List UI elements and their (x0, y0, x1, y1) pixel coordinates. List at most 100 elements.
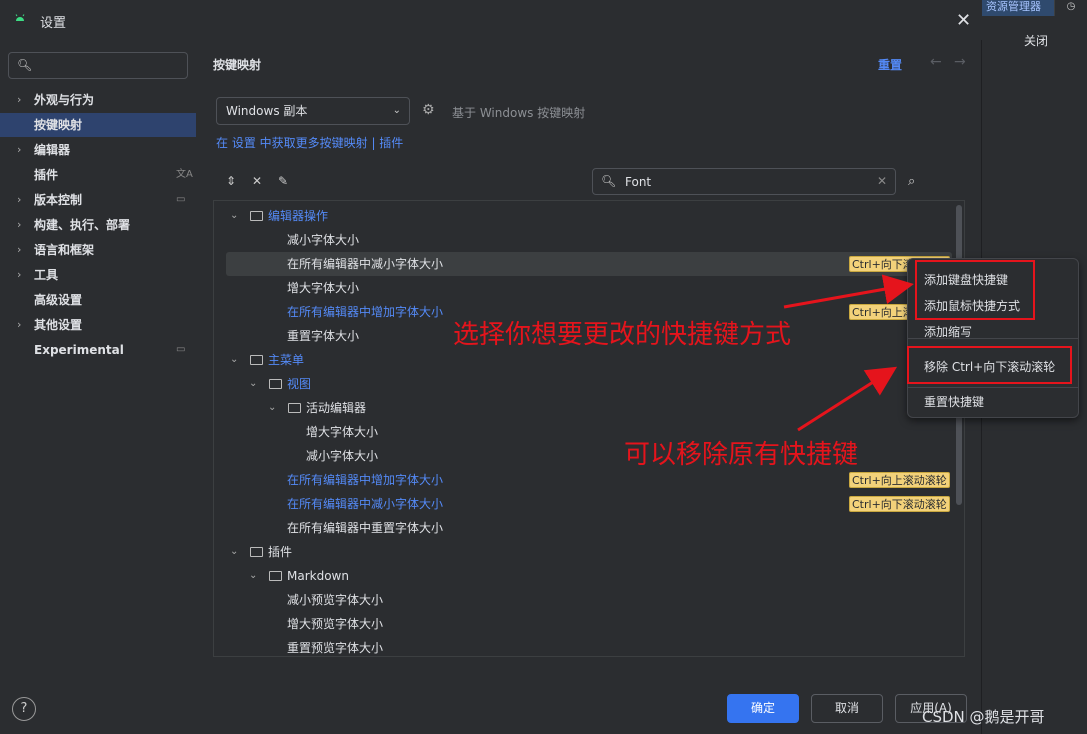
tree-label: 减小预览字体大小 (287, 593, 384, 607)
sidebar-item[interactable]: › 其他设置 (0, 313, 196, 337)
chevron-right-icon[interactable]: › (17, 263, 21, 287)
tree-folder-row[interactable]: ⌄ 编辑器操作 (214, 204, 954, 228)
chevron-down-icon[interactable]: ⌄ (230, 348, 238, 372)
tree-action-row[interactable]: 重置预览字体大小 (214, 636, 954, 656)
settings-sidebar: 🔍︎ › 外观与行为 按键映射 › 编辑器 插件 文A › 版本控制 ▭ › 构建、执行、部署 › 语言和… (0, 40, 196, 680)
tree-action-row[interactable]: 减小字体大小 (214, 228, 954, 252)
tree-folder-row[interactable]: ⌄ Markdown (214, 564, 954, 588)
sidebar-item-label: 高级设置 (34, 293, 83, 307)
help-icon[interactable]: ? (12, 697, 36, 721)
keymap-search-input[interactable]: 🔍︎ Font ✕ (592, 168, 896, 195)
tree-folder-row[interactable]: ⌄ 活动编辑器 (214, 396, 954, 420)
tree-label: 减小字体大小 (287, 233, 360, 247)
folder-icon (250, 547, 263, 557)
window-icon: ▭ (176, 194, 186, 205)
tree-action-row[interactable]: 在所有编辑器中减小字体大小 Ctrl+向下滚动滚轮 (226, 252, 952, 276)
back-arrow-icon[interactable]: ← (930, 54, 942, 70)
sidebar-item-label: 按键映射 (34, 118, 83, 132)
sidebar-item-label: 编辑器 (34, 143, 71, 157)
sidebar-item[interactable]: › 编辑器 (0, 138, 196, 162)
chevron-down-icon[interactable]: ⌄ (230, 540, 238, 564)
keymap-select-value: Windows 副本 (226, 104, 308, 118)
dialog-title: 设置 (40, 16, 67, 31)
sidebar-item[interactable]: › 构建、执行、部署 (0, 213, 196, 237)
page-title: 按键映射 (213, 58, 262, 72)
tree-action-row[interactable]: 减小预览字体大小 (214, 588, 954, 612)
tree-action-row[interactable]: 增大字体大小 (214, 276, 954, 300)
menu-item-reset-shortcuts[interactable]: 重置快捷键 (924, 393, 984, 410)
chevron-right-icon[interactable]: › (17, 88, 21, 112)
watermark: CSDN @鹅是开哥 (922, 708, 1045, 726)
tree-folder-row[interactable]: ⌄ 视图 (214, 372, 954, 396)
chevron-down-icon[interactable]: ⌄ (249, 372, 257, 396)
tree-action-row[interactable]: 在所有编辑器中重置字体大小 (214, 516, 954, 540)
close-icon[interactable]: ✕ (956, 10, 971, 31)
cancel-button[interactable]: 取消 (811, 694, 883, 723)
folder-icon (288, 403, 301, 413)
android-icon (15, 14, 25, 21)
keymap-panel: 按键映射 重置 ← → Windows 副本 ⌄ ⚙ 基于 Windows 按键… (196, 40, 982, 680)
more-keymaps-link[interactable]: 在 设置 中获取更多按键映射 | 插件 (216, 134, 403, 151)
edit-icon[interactable]: ✎ (278, 174, 288, 188)
search-icon: 🔍︎ (601, 174, 617, 188)
menu-divider (908, 387, 1078, 388)
tree-action-row[interactable]: 在所有编辑器中增加字体大小 Ctrl+向上滚动滚轮 (214, 468, 954, 492)
keymap-select[interactable]: Windows 副本 ⌄ (216, 97, 410, 125)
sidebar-item[interactable]: 高级设置 (0, 288, 196, 312)
sidebar-item-label: 语言和框架 (34, 243, 95, 257)
tree-label: 视图 (287, 377, 312, 391)
window-icon: ▭ (176, 344, 186, 355)
sidebar-item[interactable]: Experimental ▭ (0, 338, 196, 362)
search-icon: 🔍︎ (17, 58, 33, 72)
sidebar-item[interactable]: 按键映射 (0, 113, 196, 137)
folder-icon (269, 379, 282, 389)
sidebar-item[interactable]: › 外观与行为 (0, 88, 196, 112)
tree-folder-row[interactable]: ⌄ 主菜单 (214, 348, 954, 372)
folder-icon (250, 355, 263, 365)
tree-action-row[interactable]: 在所有编辑器中减小字体大小 Ctrl+向下滚动滚轮 (214, 492, 954, 516)
expand-all-icon[interactable]: ⇕ (226, 174, 236, 188)
tree-label: 增大字体大小 (306, 425, 379, 439)
chevron-right-icon[interactable]: › (17, 138, 21, 162)
chevron-down-icon: ⌄ (392, 105, 401, 116)
annotation-remove: 可以移除原有快捷键 (624, 440, 859, 470)
chevron-down-icon[interactable]: ⌄ (268, 396, 276, 420)
tree-label: 插件 (268, 545, 293, 559)
chevron-right-icon[interactable]: › (17, 188, 21, 212)
sidebar-item[interactable]: › 版本控制 ▭ (0, 188, 196, 212)
background-close-label[interactable]: 关闭 (1024, 32, 1048, 49)
chevron-down-icon[interactable]: ⌄ (249, 564, 257, 588)
find-by-shortcut-icon[interactable]: ⌕ (908, 174, 915, 189)
annotation-choose: 选择你想要更改的快捷键方式 (453, 320, 792, 350)
sidebar-search-input[interactable]: 🔍︎ (8, 52, 188, 79)
chevron-right-icon[interactable]: › (17, 238, 21, 262)
tree-label: 在所有编辑器中重置字体大小 (287, 521, 444, 535)
tree-label: 在所有编辑器中增加字体大小 (287, 305, 444, 319)
ok-button[interactable]: 确定 (727, 694, 799, 723)
gear-icon[interactable]: ⚙ (422, 102, 435, 118)
tree-label: 在所有编辑器中减小字体大小 (287, 257, 444, 271)
folder-icon (269, 571, 282, 581)
forward-arrow-icon[interactable]: → (954, 54, 966, 70)
reset-button[interactable]: 重置 (878, 56, 902, 73)
tree-label: 活动编辑器 (306, 401, 367, 415)
sidebar-item-label: 工具 (34, 268, 59, 282)
clear-icon[interactable]: ✕ (877, 174, 887, 188)
sidebar-item[interactable]: 插件 文A (0, 163, 196, 187)
chevron-right-icon[interactable]: › (17, 213, 21, 237)
collapse-all-icon[interactable]: ✕ (252, 174, 262, 188)
sidebar-item-label: 外观与行为 (34, 93, 95, 107)
background-tab-explorer[interactable]: 资源管理器 (982, 0, 1054, 16)
sidebar-item-label: 插件 (34, 168, 59, 182)
keymap-tree: ⌄ 编辑器操作 减小字体大小 在所有编辑器中减小字体大小 Ctrl+向下滚动滚轮 增大字体… (213, 200, 965, 657)
tree-label: 主菜单 (268, 353, 305, 367)
sidebar-item[interactable]: › 工具 (0, 263, 196, 287)
tree-folder-row[interactable]: ⌄ 插件 (214, 540, 954, 564)
sidebar-item[interactable]: › 语言和框架 (0, 238, 196, 262)
tree-label: 减小字体大小 (306, 449, 379, 463)
tree-action-row[interactable]: 增大预览字体大小 (214, 612, 954, 636)
chevron-right-icon[interactable]: › (17, 313, 21, 337)
tree-label: 增大字体大小 (287, 281, 360, 295)
chevron-down-icon[interactable]: ⌄ (230, 204, 238, 228)
background-clock-icon[interactable]: ◷ (1054, 0, 1087, 16)
